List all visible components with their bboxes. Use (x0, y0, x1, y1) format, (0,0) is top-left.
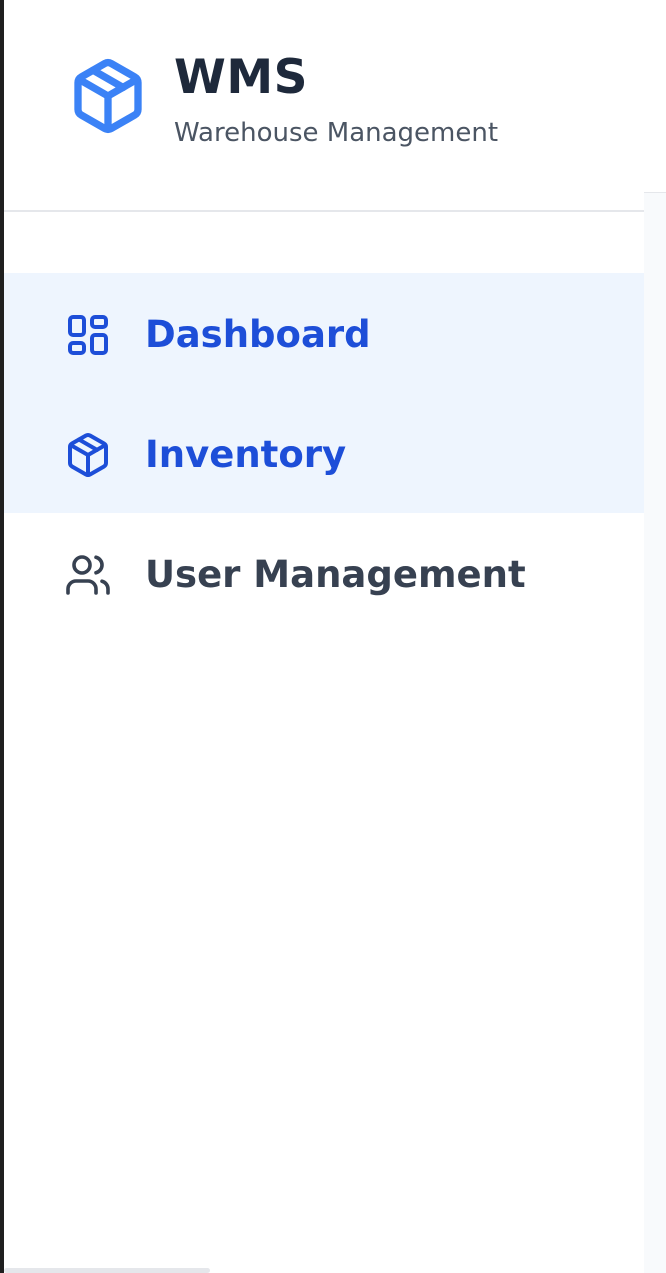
sidebar: WMS Warehouse Management Dashboard Inven… (4, 0, 648, 1273)
sidebar-nav: Dashboard Inventory User Management (4, 273, 648, 633)
horizontal-scrollbar[interactable] (4, 1268, 210, 1273)
package-icon (68, 56, 148, 136)
users-icon (64, 551, 112, 599)
sidebar-item-user-management[interactable]: User Management (4, 513, 644, 633)
sidebar-item-label: Dashboard (145, 313, 371, 356)
sidebar-item-dashboard[interactable]: Dashboard (4, 273, 648, 393)
brand-header: WMS Warehouse Management (4, 0, 644, 212)
dashboard-grid-icon (64, 311, 112, 359)
sidebar-item-inventory[interactable]: Inventory (4, 393, 644, 513)
main-content-edge (644, 192, 666, 1273)
sidebar-item-label: Inventory (145, 433, 347, 476)
app-title: WMS (174, 50, 308, 105)
sidebar-item-label: User Management (145, 553, 526, 596)
package-icon (64, 431, 112, 479)
app-subtitle: Warehouse Management (174, 118, 499, 148)
